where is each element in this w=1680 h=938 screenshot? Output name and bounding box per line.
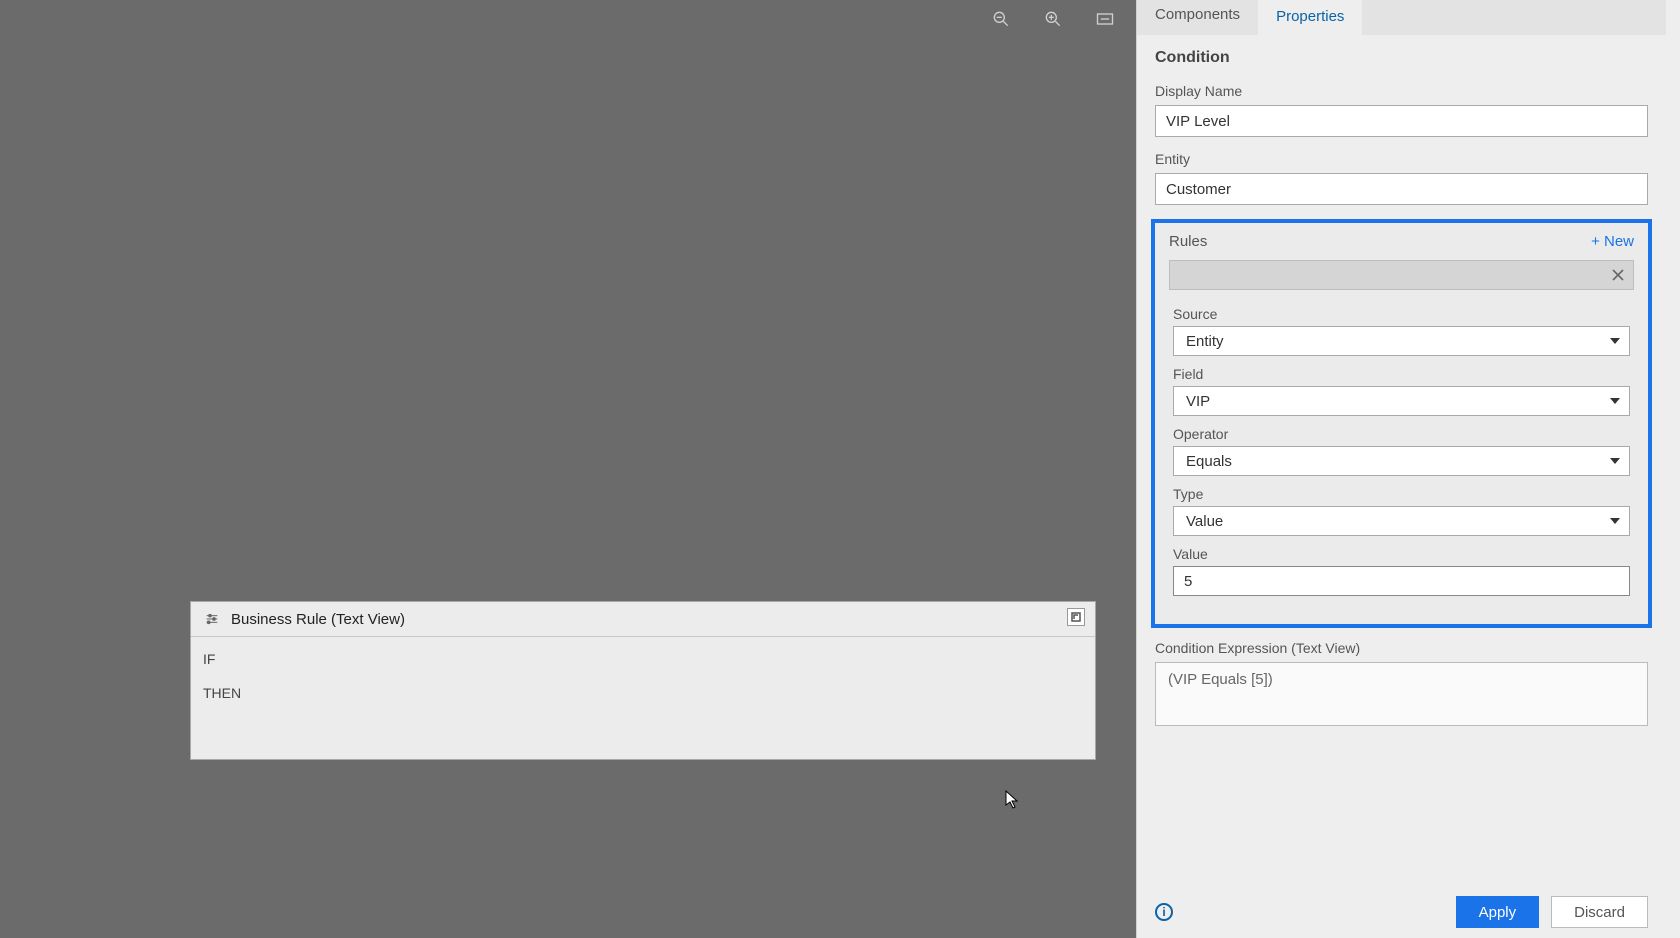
text-view-title: Business Rule (Text View) <box>231 611 405 628</box>
expression-textview: (VIP Equals [5]) <box>1155 662 1648 726</box>
properties-panel: Components Properties Condition Display … <box>1136 0 1666 938</box>
display-name-block: Display Name <box>1155 83 1648 137</box>
display-name-input[interactable] <box>1155 105 1648 137</box>
new-rule-link[interactable]: + New <box>1591 233 1634 250</box>
value-label: Value <box>1173 546 1630 562</box>
rules-title: Rules <box>1169 233 1207 250</box>
rule-item-strip[interactable] <box>1169 260 1634 290</box>
display-name-label: Display Name <box>1155 83 1648 99</box>
panel-body: Condition Display Name Entity Rules + Ne… <box>1137 35 1666 878</box>
close-icon[interactable] <box>1609 266 1627 284</box>
rule-form: Source Field Operator <box>1169 306 1634 596</box>
operator-select[interactable] <box>1173 446 1630 476</box>
discard-button[interactable]: Discard <box>1551 896 1648 928</box>
text-view-body: IF THEN <box>191 637 1095 759</box>
canvas-toolbar <box>990 8 1116 30</box>
source-select[interactable] <box>1173 326 1630 356</box>
zoom-in-icon[interactable] <box>1042 8 1064 30</box>
type-select-value[interactable] <box>1173 506 1630 536</box>
field-select[interactable] <box>1173 386 1630 416</box>
entity-block: Entity <box>1155 151 1648 205</box>
fit-to-screen-icon[interactable] <box>1094 8 1116 30</box>
expression-block: Condition Expression (Text View) (VIP Eq… <box>1155 640 1648 726</box>
if-line: IF <box>203 651 1083 667</box>
expression-label: Condition Expression (Text View) <box>1155 640 1648 656</box>
expand-icon[interactable] <box>1067 608 1085 626</box>
apply-button[interactable]: Apply <box>1456 896 1540 928</box>
canvas-area[interactable]: Business Rule (Text View) IF THEN <box>0 0 1136 938</box>
footer-row: i Apply Discard <box>1137 878 1666 938</box>
source-select-value[interactable] <box>1173 326 1630 356</box>
field-label: Field <box>1173 366 1630 382</box>
rules-header: Rules + New <box>1169 233 1634 250</box>
info-icon[interactable]: i <box>1155 903 1173 921</box>
type-label: Type <box>1173 486 1630 502</box>
type-select[interactable] <box>1173 506 1630 536</box>
tab-components[interactable]: Components <box>1137 0 1258 35</box>
panel-tabs: Components Properties <box>1137 0 1666 35</box>
text-view-header: Business Rule (Text View) <box>191 602 1095 637</box>
value-input[interactable] <box>1173 566 1630 596</box>
rules-section: Rules + New Source Field <box>1151 219 1652 628</box>
settings-icon <box>203 610 221 628</box>
zoom-out-icon[interactable] <box>990 8 1012 30</box>
right-edge-gutter <box>1666 0 1680 938</box>
operator-select-value[interactable] <box>1173 446 1630 476</box>
entity-label: Entity <box>1155 151 1648 167</box>
tab-properties[interactable]: Properties <box>1258 0 1362 35</box>
then-line: THEN <box>203 685 1083 701</box>
operator-label: Operator <box>1173 426 1630 442</box>
source-label: Source <box>1173 306 1630 322</box>
business-rule-text-view-panel: Business Rule (Text View) IF THEN <box>190 601 1096 760</box>
entity-input[interactable] <box>1155 173 1648 205</box>
field-select-value[interactable] <box>1173 386 1630 416</box>
condition-section-title: Condition <box>1155 49 1648 67</box>
